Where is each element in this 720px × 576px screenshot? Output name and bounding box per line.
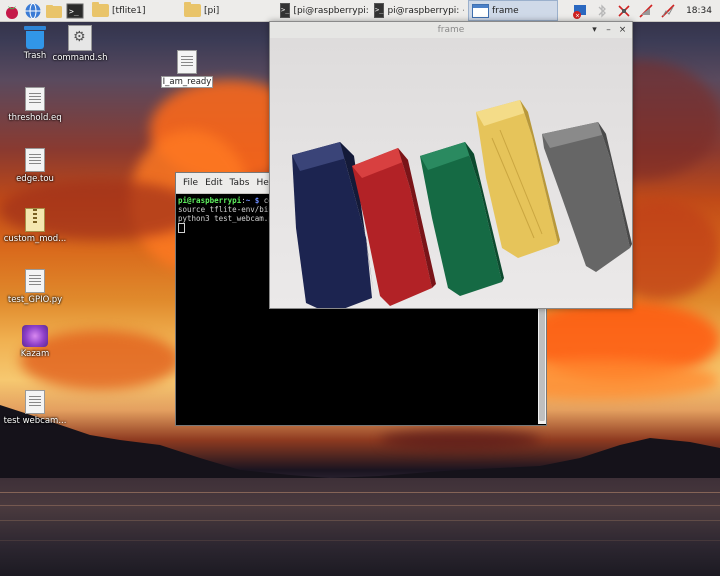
taskbar-window-label: [pi] <box>204 5 220 16</box>
window-title: frame <box>437 25 465 35</box>
volume-muted-icon[interactable] <box>638 3 654 19</box>
taskbar-window-label: [tflite1] <box>112 5 146 16</box>
web-browser-icon[interactable] <box>24 2 42 20</box>
document-icon <box>177 50 197 74</box>
taskbar-window-terminal-2[interactable]: >_ pi@raspberrypi: ~ <box>374 1 464 20</box>
frame-titlebar[interactable]: frame ▾ – × <box>270 22 632 38</box>
svg-text:>_: >_ <box>69 7 79 16</box>
folder-icon <box>92 2 109 17</box>
desktop-icon-custom-model[interactable]: custom_mod... <box>0 208 70 244</box>
document-icon <box>25 390 45 414</box>
desktop-icon-test-gpio[interactable]: test_GPIO.py <box>0 269 70 305</box>
taskbar-window-pi[interactable]: [pi] <box>184 1 276 20</box>
taskbar-window-label: pi@raspberrypi: ~ <box>387 5 464 16</box>
file-manager-icon[interactable] <box>45 2 63 20</box>
minimize-button[interactable]: – <box>602 23 615 36</box>
desktop-icon-label: edge.tou <box>16 174 54 184</box>
terminal-icon: >_ <box>280 3 291 18</box>
network-disconnected-icon[interactable] <box>616 3 632 19</box>
desktop-icon-label: test webcam... <box>3 416 67 426</box>
taskbar: >_ [tflite1] [pi] >_ [pi@raspberrypi: ..… <box>0 0 720 22</box>
sea-reflection <box>0 540 720 541</box>
desktop-icon-label: I_am_ready <box>160 76 214 88</box>
terminal-icon[interactable]: >_ <box>66 2 84 20</box>
document-icon <box>25 269 45 293</box>
desktop-icon-threshold[interactable]: threshold.eq <box>0 87 70 123</box>
taskbar-window-terminal-1[interactable]: >_ [pi@raspberrypi: ... <box>280 1 370 20</box>
menu-tabs[interactable]: Tabs <box>230 178 250 188</box>
kazam-icon <box>22 325 48 347</box>
taskbar-window-label: frame <box>492 5 519 16</box>
terminal-line: python3 test_webcam.p <box>178 214 273 223</box>
menu-edit[interactable]: Edit <box>205 178 222 188</box>
desktop-icon-label: Kazam <box>20 349 50 359</box>
script-icon <box>68 25 92 51</box>
block-gray <box>542 122 632 272</box>
sea-reflection <box>0 505 720 506</box>
taskbar-window-tflite1[interactable]: [tflite1] <box>92 1 180 20</box>
archive-icon <box>25 208 45 232</box>
taskbar-window-frame[interactable]: frame <box>468 0 558 21</box>
desktop-icon-test-webcam[interactable]: test webcam... <box>0 390 70 426</box>
window-menu-button[interactable]: ▾ <box>588 23 601 36</box>
sea-reflection <box>0 520 720 521</box>
desktop-icon-label: command.sh <box>52 53 108 63</box>
desktop-icon-command-sh[interactable]: command.sh <box>45 25 115 63</box>
raspberry-menu-icon[interactable] <box>3 2 21 20</box>
prompt-user: pi@raspberrypi <box>178 196 242 205</box>
trash-icon <box>24 25 46 49</box>
terminal-line: source tflite-env/bin <box>178 205 273 214</box>
prompt-path: ~ $ <box>245 196 260 205</box>
document-icon <box>25 148 45 172</box>
menu-file[interactable]: File <box>183 178 198 188</box>
clock[interactable]: 18:34 <box>686 6 712 16</box>
desktop-icon-i-am-ready[interactable]: I_am_ready <box>152 50 222 88</box>
desktop-icon-label: custom_mod... <box>3 234 67 244</box>
window-icon <box>472 3 489 18</box>
svg-text:×: × <box>575 12 580 19</box>
folder-icon <box>184 2 201 17</box>
system-tray: × 18:34 <box>566 0 720 21</box>
frame-window[interactable]: frame ▾ – × <box>269 21 633 309</box>
desktop-icon-label: threshold.eq <box>8 113 62 123</box>
webcam-frame <box>270 38 632 308</box>
terminal-icon: >_ <box>374 3 385 18</box>
vnc-icon[interactable]: × <box>572 3 588 19</box>
desktop-icon-kazam[interactable]: Kazam <box>0 325 70 359</box>
sea-reflection <box>0 492 720 493</box>
webcam-image <box>292 100 632 308</box>
terminal-cursor <box>178 223 185 233</box>
desktop-icon-label: Trash <box>23 51 47 61</box>
desktop-icon-label: test_GPIO.py <box>7 295 63 305</box>
document-icon <box>25 87 45 111</box>
taskbar-window-label: [pi@raspberrypi: ... <box>293 5 370 16</box>
close-button[interactable]: × <box>616 23 629 36</box>
desktop-icon-edge[interactable]: edge.tou <box>0 148 70 184</box>
cpu-usage-icon[interactable] <box>660 3 676 19</box>
window-controls: ▾ – × <box>587 23 629 36</box>
bluetooth-icon[interactable] <box>594 3 610 19</box>
